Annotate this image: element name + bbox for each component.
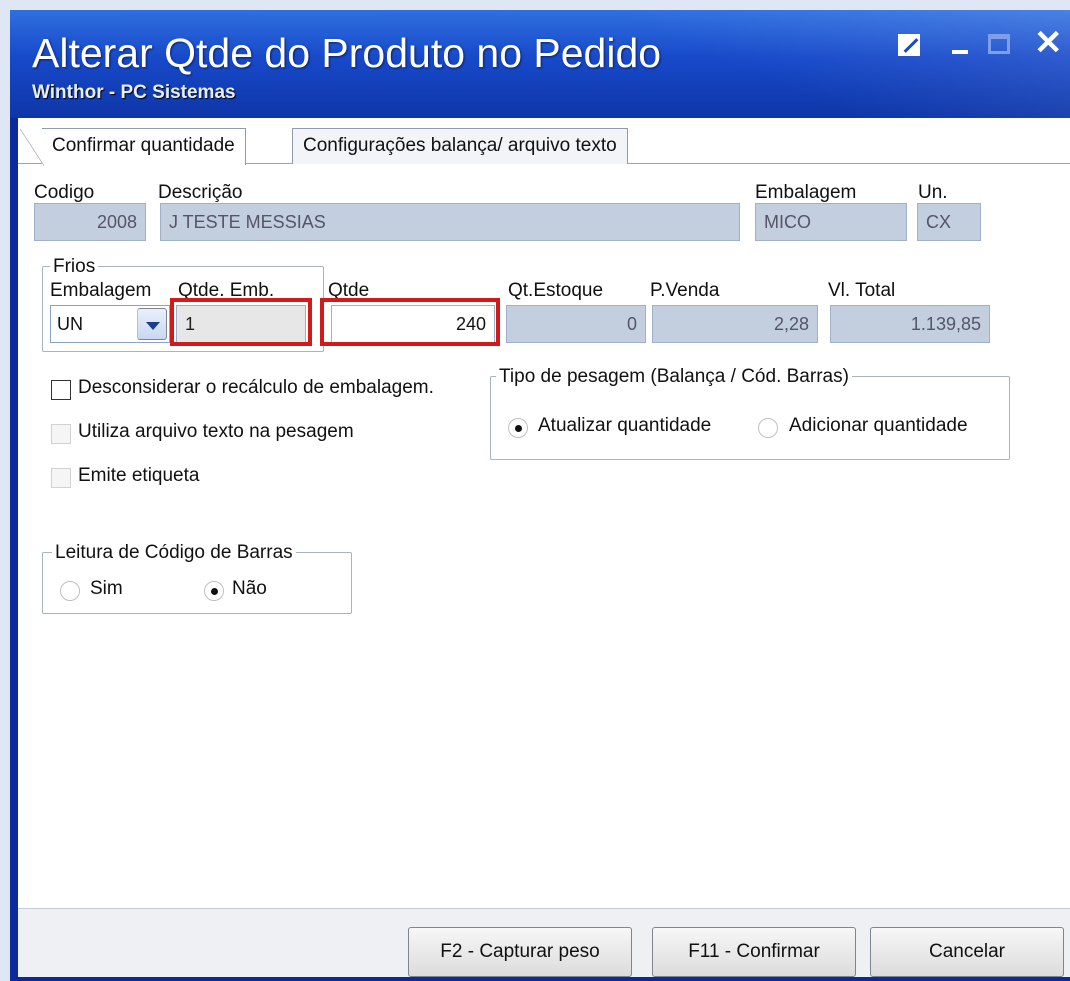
descricao-field: J TESTE MESSIAS	[160, 203, 740, 241]
p-venda-label: P.Venda	[650, 280, 720, 301]
arquivo-texto-checkbox[interactable]	[51, 424, 71, 444]
desconsiderar-checkbox[interactable]	[51, 380, 71, 400]
window-title: Alterar Qtde do Produto no Pedido	[32, 30, 662, 76]
adicionar-radio[interactable]	[758, 418, 778, 438]
etiqueta-label: Emite etiqueta	[78, 465, 200, 486]
vl-total-field: 1.139,85	[830, 305, 990, 343]
dialog-body: Confirmar quantidade Configurações balan…	[18, 118, 1070, 977]
etiqueta-checkbox[interactable]	[51, 468, 71, 488]
edit-icon[interactable]	[898, 34, 920, 56]
p-venda-field: 2,28	[652, 305, 818, 343]
qtde-emb-highlight	[170, 298, 312, 346]
chevron-down-icon[interactable]	[137, 308, 167, 340]
maximize-icon[interactable]	[988, 34, 1010, 54]
sim-label: Sim	[90, 578, 123, 599]
button-bar: F2 - Capturar peso F11 - Confirmar Cance…	[18, 908, 1070, 977]
nao-label: Não	[232, 578, 267, 599]
cancelar-button[interactable]: Cancelar	[870, 927, 1064, 977]
desconsiderar-label: Desconsiderar o recálculo de embalagem.	[78, 377, 434, 398]
vl-total-label: Vl. Total	[828, 280, 896, 301]
arquivo-texto-label: Utiliza arquivo texto na pesagem	[78, 421, 354, 442]
tab-configuracoes-balanca[interactable]: Configurações balança/ arquivo texto	[292, 128, 628, 164]
qt-estoque-field: 0	[506, 305, 646, 343]
frios-group-title: Frios	[50, 256, 99, 278]
minimize-icon[interactable]	[952, 50, 968, 54]
qtde-highlight	[320, 298, 500, 346]
adicionar-label: Adicionar quantidade	[789, 415, 968, 436]
frios-embalagem-select[interactable]: UN	[50, 305, 170, 343]
tab-confirmar-quantidade[interactable]: Confirmar quantidade	[20, 128, 246, 166]
embalagem-field: MICO	[755, 203, 907, 241]
nao-radio[interactable]	[204, 581, 224, 601]
codigo-label: Codigo	[34, 182, 95, 203]
window-subtitle: Winthor - PC Sistemas	[32, 82, 236, 103]
title-bar[interactable]: Alterar Qtde do Produto no Pedido Wintho…	[10, 10, 1070, 118]
un-label: Un.	[918, 182, 948, 203]
capturar-peso-button[interactable]: F2 - Capturar peso	[408, 927, 632, 977]
dialog-window: Alterar Qtde do Produto no Pedido Wintho…	[10, 10, 1070, 981]
embalagem-label: Embalagem	[755, 182, 857, 203]
frios-embalagem-label: Embalagem	[50, 280, 152, 301]
atualizar-radio[interactable]	[508, 418, 528, 438]
atualizar-label: Atualizar quantidade	[538, 415, 712, 436]
confirmar-button[interactable]: F11 - Confirmar	[652, 927, 856, 977]
close-icon[interactable]: ✕	[1034, 26, 1063, 60]
barras-group-title: Leitura de Código de Barras	[52, 542, 296, 564]
pesagem-group-title: Tipo de pesagem (Balança / Cód. Barras)	[496, 366, 852, 388]
qt-estoque-label: Qt.Estoque	[508, 280, 604, 301]
tab-strip: Confirmar quantidade Configurações balan…	[18, 124, 1070, 166]
descricao-label: Descrição	[158, 182, 243, 203]
frios-embalagem-value: UN	[57, 314, 83, 334]
sim-radio[interactable]	[60, 581, 80, 601]
codigo-field: 2008	[34, 203, 146, 241]
un-field: CX	[917, 203, 981, 241]
